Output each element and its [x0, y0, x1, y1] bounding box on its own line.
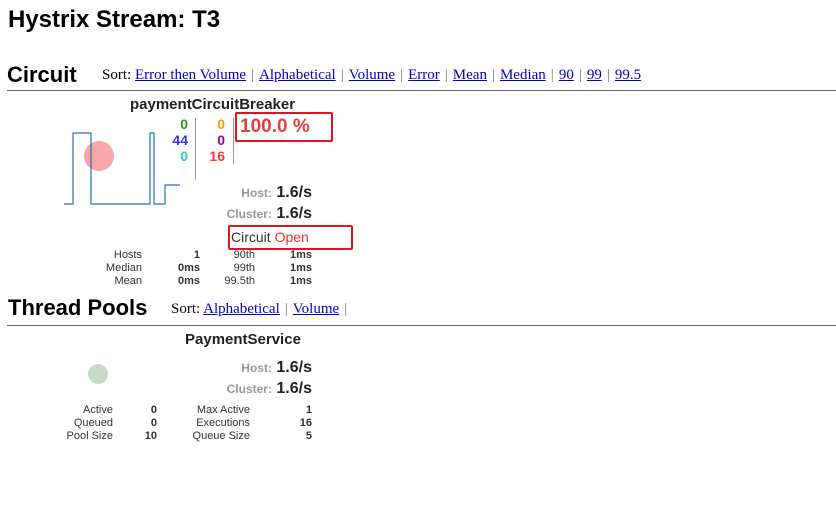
- sort-separator: |: [444, 67, 448, 83]
- median-value: 0ms: [177, 262, 200, 274]
- sort-separator: |: [606, 67, 610, 83]
- circuit-divider: [7, 90, 836, 91]
- p90-label: 90th: [233, 249, 255, 261]
- pool-size-value: 10: [144, 430, 157, 442]
- pool-sort-volume-link[interactable]: Volume: [293, 301, 339, 317]
- pool-cluster-rate: 1.6/s: [276, 380, 312, 397]
- bad-request-count: 0: [180, 148, 188, 164]
- pool-host-rate: 1.6/s: [276, 359, 312, 376]
- page-title: Hystrix Stream: T3: [8, 6, 221, 33]
- sort-99-link[interactable]: 99: [587, 67, 602, 83]
- circuit-section-title: Circuit: [7, 62, 77, 87]
- thread-pools-divider: [7, 325, 836, 326]
- thread-pool-monitor-title: PaymentService: [185, 331, 301, 348]
- success-count: 0: [180, 116, 188, 132]
- thread-pool-health-bubble: [88, 364, 108, 384]
- p99-5-value: 1ms: [289, 275, 312, 287]
- thread-pool-bubble-chart: [88, 364, 108, 384]
- sort-volume-link[interactable]: Volume: [349, 67, 395, 83]
- thread-pools-section-title: Thread Pools: [8, 295, 148, 320]
- sort-separator: |: [251, 67, 255, 83]
- circuit-sort-bar: Sort: Error then Volume | Alphabetical | Vol…: [102, 67, 641, 84]
- hosts-value: 1: [193, 249, 200, 261]
- mean-label: Mean: [114, 275, 142, 287]
- rejected-count: 0: [217, 132, 225, 148]
- queued-value: 0: [150, 417, 157, 429]
- rate-divider: [233, 118, 234, 164]
- circuit-cluster-rate-row: Cluster: 1.6/s: [180, 205, 312, 223]
- short-circuited-count: 44: [172, 132, 188, 148]
- max-active-value: 1: [305, 404, 312, 416]
- sort-error-link[interactable]: Error: [408, 67, 440, 83]
- sort-99-5-link[interactable]: 99.5: [615, 67, 641, 83]
- host-label: Host:: [241, 186, 272, 200]
- sort-error-then-volume-link[interactable]: Error then Volume: [135, 67, 246, 83]
- circuit-status-label: Circuit: [231, 229, 271, 245]
- queued-label: Queued: [73, 417, 113, 429]
- queue-size-value: 5: [305, 430, 312, 442]
- p99-label: 99th: [233, 262, 255, 274]
- sort-separator: |: [578, 67, 582, 83]
- median-label: Median: [105, 262, 142, 274]
- p99-5-label: 99.5th: [224, 275, 255, 287]
- cluster-rate: 1.6/s: [276, 205, 312, 222]
- thread-pools-sort-bar: Sort: Alphabetical | Volume |: [171, 301, 352, 318]
- sort-separator: |: [491, 67, 495, 83]
- pool-host-rate-row: Host: 1.6/s: [180, 359, 312, 377]
- executions-label: Executions: [196, 417, 250, 429]
- circuit-health-bubble: [84, 141, 114, 171]
- pool-size-label: Pool Size: [66, 430, 113, 442]
- cluster-label: Cluster:: [226, 207, 272, 221]
- failure-count: 16: [209, 148, 225, 164]
- timeout-count: 0: [217, 116, 225, 132]
- active-label: Active: [83, 404, 113, 416]
- max-active-label: Max Active: [196, 404, 250, 416]
- pool-cluster-label: Cluster:: [226, 382, 272, 396]
- circuit-host-rate-row: Host: 1.6/s: [180, 184, 312, 202]
- sort-90-link[interactable]: 90: [559, 67, 574, 83]
- pool-sort-alphabetical-link[interactable]: Alphabetical: [203, 301, 280, 317]
- sort-separator: |: [400, 67, 404, 83]
- pool-host-label: Host:: [241, 361, 272, 375]
- sort-alphabetical-link[interactable]: Alphabetical: [259, 67, 336, 83]
- sort-separator: |: [344, 301, 348, 317]
- sort-separator: |: [284, 301, 288, 317]
- error-rate: 100.0 %: [240, 116, 310, 137]
- sort-label: Sort:: [102, 67, 132, 83]
- sort-label: Sort:: [171, 301, 201, 317]
- p90-value: 1ms: [289, 249, 312, 261]
- sort-median-link[interactable]: Median: [500, 67, 546, 83]
- host-rate: 1.6/s: [276, 184, 312, 201]
- mean-value: 0ms: [177, 275, 200, 287]
- sort-separator: |: [550, 67, 554, 83]
- pool-cluster-rate-row: Cluster: 1.6/s: [180, 380, 312, 398]
- circuit-status: Circuit Open: [231, 229, 309, 245]
- p99-value: 1ms: [289, 262, 312, 274]
- circuit-status-value: Open: [274, 229, 309, 245]
- queue-size-label: Queue Size: [192, 430, 250, 442]
- executions-value: 16: [299, 417, 312, 429]
- active-value: 0: [150, 404, 157, 416]
- hosts-label: Hosts: [113, 249, 142, 261]
- sort-separator: |: [340, 67, 344, 83]
- sort-mean-link[interactable]: Mean: [453, 67, 487, 83]
- circuit-monitor-title: paymentCircuitBreaker: [130, 96, 296, 113]
